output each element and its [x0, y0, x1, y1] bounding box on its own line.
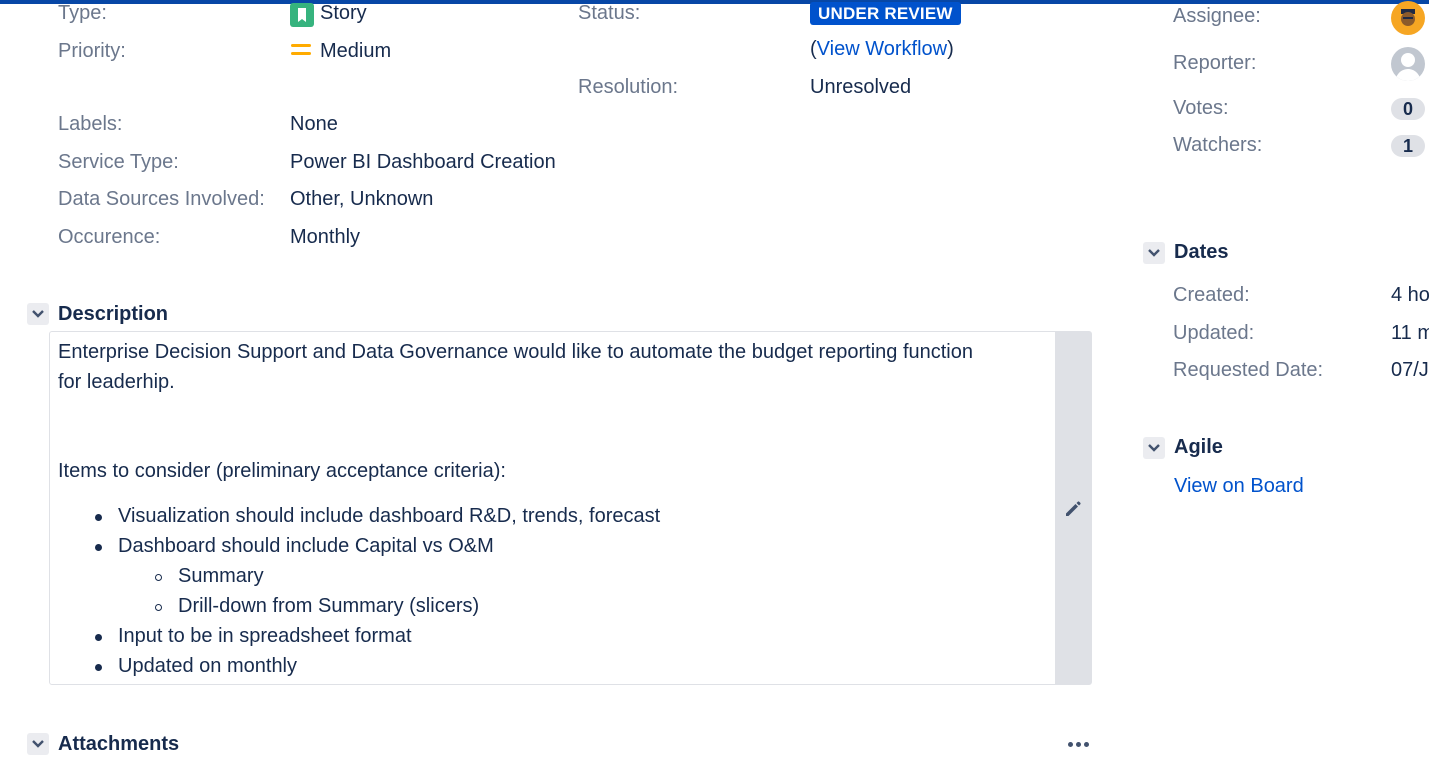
- watchers-count-badge[interactable]: 1: [1391, 135, 1425, 157]
- data-sources-label: Data Sources Involved:: [58, 188, 265, 210]
- criteria-heading: Items to consider (preliminary acceptanc…: [58, 460, 506, 482]
- occurence-label: Occurence:: [58, 226, 161, 248]
- sub-list-item: Drill-down from Summary (slicers): [178, 595, 480, 617]
- created-value: 4 ho: [1391, 284, 1429, 306]
- list-item: Input to be in spreadsheet format: [118, 625, 412, 647]
- occurence-value[interactable]: Monthly: [290, 226, 360, 249]
- bullet-icon: [95, 664, 102, 671]
- dates-toggle[interactable]: [1143, 242, 1165, 264]
- assignee-avatar[interactable]: [1391, 1, 1425, 35]
- watchers-label: Watchers:: [1173, 134, 1263, 156]
- type-label: Type:: [58, 2, 107, 24]
- updated-value: 11 m: [1391, 322, 1429, 344]
- story-icon: [290, 3, 314, 27]
- view-workflow: (View Workflow): [810, 38, 954, 61]
- chevron-down-icon: [1148, 249, 1160, 257]
- more-icon[interactable]: [1068, 742, 1090, 748]
- data-sources-value[interactable]: Other, Unknown: [290, 188, 433, 211]
- chevron-down-icon: [32, 310, 44, 318]
- requested-date-value: 07/J: [1391, 359, 1429, 381]
- priority-medium-icon: [291, 44, 311, 58]
- priority-label: Priority:: [58, 40, 126, 62]
- description-section-title: Description: [58, 303, 169, 325]
- resolution-label: Resolution:: [578, 76, 679, 98]
- type-value: Story: [320, 2, 367, 24]
- attachments-toggle[interactable]: [27, 733, 49, 755]
- status-label: Status:: [578, 2, 641, 24]
- priority-value: Medium: [320, 40, 392, 62]
- bullet-icon: [95, 634, 102, 641]
- top-header-bar: [0, 0, 1429, 4]
- dates-section-title: Dates: [1174, 241, 1229, 263]
- list-item: Dashboard should include Capital vs O&M: [118, 535, 494, 557]
- description-toggle[interactable]: [27, 303, 49, 325]
- created-label: Created:: [1173, 284, 1250, 306]
- edit-description-button[interactable]: [1055, 332, 1091, 684]
- labels-value[interactable]: None: [290, 113, 338, 136]
- workflow-open-paren: (: [810, 38, 817, 60]
- votes-count-badge[interactable]: 0: [1391, 98, 1425, 120]
- reporter-label: Reporter:: [1173, 52, 1257, 74]
- votes-label: Votes:: [1173, 97, 1229, 119]
- view-workflow-link[interactable]: View Workflow: [817, 38, 947, 60]
- description-box[interactable]: Enterprise Decision Support and Data Gov…: [49, 331, 1092, 685]
- service-type-label: Service Type:: [58, 151, 179, 173]
- assignee-label: Assignee:: [1173, 5, 1261, 27]
- bullet-icon: [95, 544, 102, 551]
- pencil-icon: [1066, 501, 1081, 516]
- status-badge[interactable]: UNDER REVIEW: [810, 2, 961, 25]
- requested-date-label: Requested Date:: [1173, 359, 1324, 381]
- bullet-icon: [95, 514, 102, 521]
- labels-label: Labels:: [58, 113, 123, 135]
- agile-toggle[interactable]: [1143, 437, 1165, 459]
- updated-label: Updated:: [1173, 322, 1255, 344]
- sub-list-item: Summary: [178, 565, 264, 587]
- workflow-close-paren: ): [947, 38, 954, 60]
- chevron-down-icon: [1148, 444, 1160, 452]
- description-line-2: for leaderhip.: [58, 371, 175, 393]
- service-type-value[interactable]: Power BI Dashboard Creation: [290, 151, 556, 174]
- view-on-board-link[interactable]: View on Board: [1174, 475, 1304, 498]
- list-item: Visualization should include dashboard R…: [118, 505, 661, 527]
- sub-bullet-icon: [155, 574, 162, 581]
- sub-bullet-icon: [155, 604, 162, 611]
- description-line-1: Enterprise Decision Support and Data Gov…: [58, 341, 973, 363]
- reporter-avatar[interactable]: [1391, 47, 1425, 81]
- chevron-down-icon: [32, 740, 44, 748]
- attachments-section-title: Attachments: [58, 733, 180, 755]
- agile-section-title: Agile: [1174, 436, 1223, 458]
- resolution-value: Unresolved: [810, 76, 912, 98]
- list-item: Updated on monthly: [118, 655, 298, 677]
